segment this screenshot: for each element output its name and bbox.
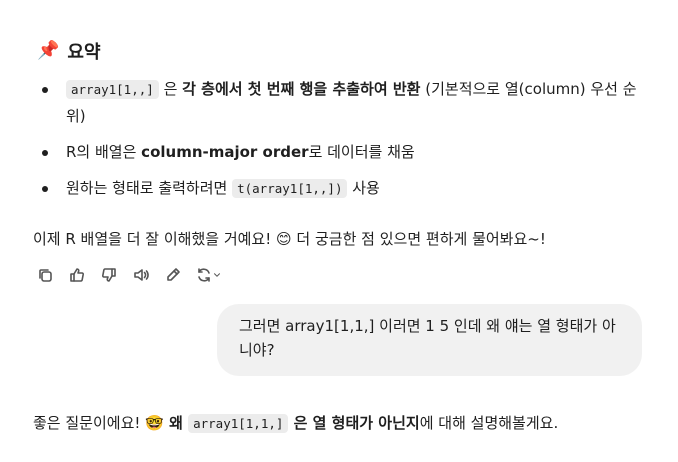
user-message-text: 그러면 array1[1,1,] 이러면 1 5 인데 왜 얘는 열 형태가 아… — [239, 317, 616, 359]
speaker-icon[interactable] — [132, 266, 150, 284]
summary-title: 요약 — [67, 42, 101, 63]
user-message-bubble: 그러면 array1[1,1,] 이러면 1 5 인데 왜 얘는 열 형태가 아… — [217, 304, 642, 376]
pushpin-icon: 📌 — [37, 40, 60, 61]
inline-code: t(array1[1,,]) — [232, 179, 348, 198]
list-item: array1[1,,] 은 각 층에서 첫 번째 행을 추출하여 반환 (기본적… — [36, 76, 646, 129]
message-actions — [36, 266, 222, 284]
answer-text: 좋은 질문이에요! — [33, 414, 146, 432]
inline-code: array1[1,,] — [66, 80, 159, 99]
closing-text: 더 궁금한 점 있으면 편하게 물어봐요~! — [291, 230, 546, 248]
list-item: R의 배열은 column-major order로 데이터를 채움 — [36, 139, 646, 165]
chevron-down-icon[interactable] — [212, 270, 222, 280]
smile-emoji-icon: 😊 — [276, 230, 292, 248]
list-item: 원하는 형태로 출력하려면 t(array1[1,,]) 사용 — [36, 175, 646, 202]
edit-icon[interactable] — [164, 266, 182, 284]
bold-text: column-major order — [141, 143, 309, 161]
summary-heading: 📌 요약 — [37, 38, 101, 64]
regenerate-icon[interactable] — [196, 266, 222, 284]
list-text: 로 데이터를 채움 — [308, 143, 415, 161]
answer-text: 에 대해 설명해볼게요. — [419, 414, 559, 432]
assistant-answer: 좋은 질문이에요! 🤓 왜 array1[1,1,] 은 열 형태가 아닌지에 … — [33, 410, 558, 437]
list-text: R의 배열은 — [66, 143, 142, 161]
list-text: 은 — [158, 80, 183, 98]
list-text: 원하는 형태로 출력하려면 — [66, 179, 233, 197]
summary-list: array1[1,,] 은 각 층에서 첫 번째 행을 추출하여 반환 (기본적… — [36, 76, 646, 212]
inline-code: array1[1,1,] — [188, 414, 289, 433]
list-text: 사용 — [347, 179, 380, 197]
bold-text: 각 층에서 첫 번째 행을 추출하여 반환 — [182, 80, 421, 98]
thumbs-down-icon[interactable] — [100, 266, 118, 284]
closing-message: 이제 R 배열을 더 잘 이해했을 거예요! 😊 더 궁금한 점 있으면 편하게… — [33, 226, 546, 252]
thumbs-up-icon[interactable] — [68, 266, 86, 284]
nerd-emoji-icon: 🤓 — [145, 414, 164, 432]
bold-text: 왜 — [163, 414, 189, 432]
closing-text: 이제 R 배열을 더 잘 이해했을 거예요! — [33, 230, 277, 248]
bold-text: 은 열 형태가 아닌지 — [288, 414, 420, 432]
copy-icon[interactable] — [36, 266, 54, 284]
